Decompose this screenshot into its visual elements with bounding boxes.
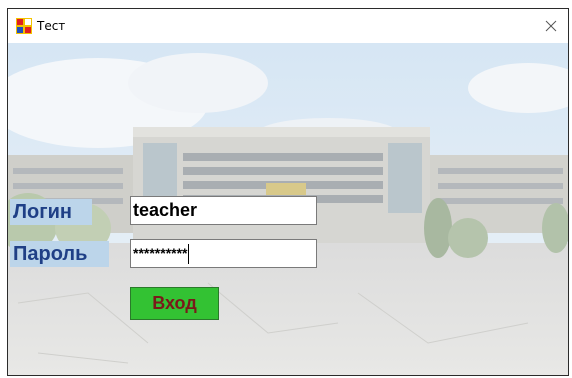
login-window: Тест Логин teacher Пароль ********** Вхо… <box>7 8 569 376</box>
login-label: Логин <box>10 199 92 225</box>
close-button[interactable] <box>538 13 564 39</box>
form-area: Логин teacher Пароль ********** Вход <box>8 43 568 375</box>
window-title: Тест <box>37 19 66 33</box>
close-icon <box>545 20 557 32</box>
password-label: Пароль <box>10 241 109 267</box>
login-input[interactable]: teacher <box>130 196 317 225</box>
app-window-icon <box>16 18 32 34</box>
login-input-value: teacher <box>133 200 198 220</box>
password-input-value: ********** <box>133 245 188 261</box>
password-input[interactable]: ********** <box>130 239 317 268</box>
text-caret <box>188 244 190 265</box>
title-bar[interactable]: Тест <box>8 9 568 43</box>
login-button[interactable]: Вход <box>130 287 219 320</box>
